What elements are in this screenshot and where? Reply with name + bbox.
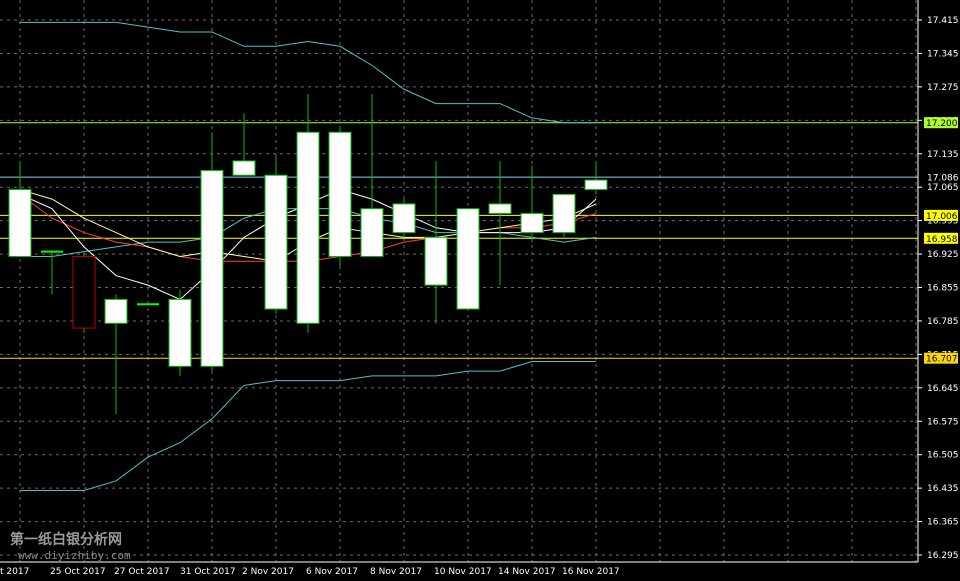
candle-body-up [296, 131, 320, 324]
x-tick-label: 16 Nov 2017 [562, 567, 620, 577]
candle-body-up [264, 174, 288, 310]
candle-body-up [104, 298, 128, 324]
candle[interactable] [168, 289, 192, 376]
price-level-text: 17.006 [926, 212, 958, 222]
y-tick-label: 16.855 [927, 284, 959, 294]
x-tick-label: 6 Nov 2017 [306, 567, 358, 577]
y-tick-label: 16.925 [927, 250, 959, 260]
y-tick-label: 16.295 [927, 551, 959, 561]
price-level-text: 16.958 [926, 235, 958, 245]
candle-body-up [200, 169, 224, 367]
plot-background [0, 0, 960, 581]
candle-body-down [72, 255, 96, 329]
x-tick-label: 10 Nov 2017 [434, 567, 492, 577]
candle-body-up [232, 160, 256, 176]
price-level-label: 16.958 [924, 232, 958, 245]
candle-body-up [168, 298, 192, 367]
price-level-text: 17.086 [927, 174, 959, 184]
y-tick-label: 17.065 [927, 183, 959, 193]
candle-body-up [488, 203, 512, 214]
y-tick-label: 16.575 [927, 417, 959, 427]
x-tick-label: 2 Nov 2017 [242, 567, 294, 577]
y-tick-label: 16.645 [927, 384, 959, 394]
candle-body-up [584, 179, 608, 191]
candle[interactable] [392, 199, 416, 238]
y-tick-label: 16.505 [927, 451, 959, 461]
candle-body-up [456, 208, 480, 310]
candle-body-up [392, 203, 416, 234]
x-tick-label: Oct 2017 [0, 567, 29, 577]
candle[interactable] [264, 156, 288, 314]
candle-body-up [424, 236, 448, 286]
y-tick-label: 16.785 [927, 317, 959, 327]
y-tick-label: 17.135 [927, 150, 959, 160]
candle-body-up [360, 208, 384, 257]
x-tick-label: 31 Oct 2017 [180, 567, 236, 577]
watermark-line2: www.diyizhiby.com [18, 549, 131, 562]
candle[interactable] [552, 193, 576, 238]
x-tick-label: 8 Nov 2017 [370, 567, 422, 577]
price-level-label: 17.006 [924, 209, 958, 222]
candle-body-up [8, 189, 32, 257]
price-level-text: 16.707 [926, 355, 958, 365]
price-level-label: 16.707 [924, 352, 958, 365]
watermark-line1: 第一纸白银分析网 [10, 531, 122, 548]
candle-body-up [328, 131, 352, 257]
x-tick-label: 27 Oct 2017 [114, 567, 170, 577]
candle[interactable] [328, 127, 352, 267]
x-tick-label: 25 Oct 2017 [50, 567, 106, 577]
price-level-label: 17.086 [927, 174, 959, 184]
y-tick-label: 16.365 [927, 518, 959, 528]
candle[interactable] [456, 208, 480, 310]
y-tick-label: 16.435 [927, 484, 959, 494]
y-tick-label: 17.415 [927, 16, 959, 26]
candle[interactable] [72, 251, 96, 333]
y-tick-label: 17.345 [927, 49, 959, 59]
y-tick-label: 17.275 [927, 83, 959, 93]
candle-body-up [520, 212, 544, 234]
x-tick-label: 14 Nov 2017 [498, 567, 556, 577]
candle-body-up [552, 193, 576, 234]
price-level-label: 17.200 [924, 117, 958, 129]
price-chart[interactable]: 17.41517.34517.27517.20517.13517.06516.9… [0, 0, 960, 581]
price-level-text: 17.200 [926, 119, 958, 129]
x-axis-ticks: Oct 2017 25 Oct 2017 27 Oct 2017 31 Oct 201… [0, 567, 620, 577]
